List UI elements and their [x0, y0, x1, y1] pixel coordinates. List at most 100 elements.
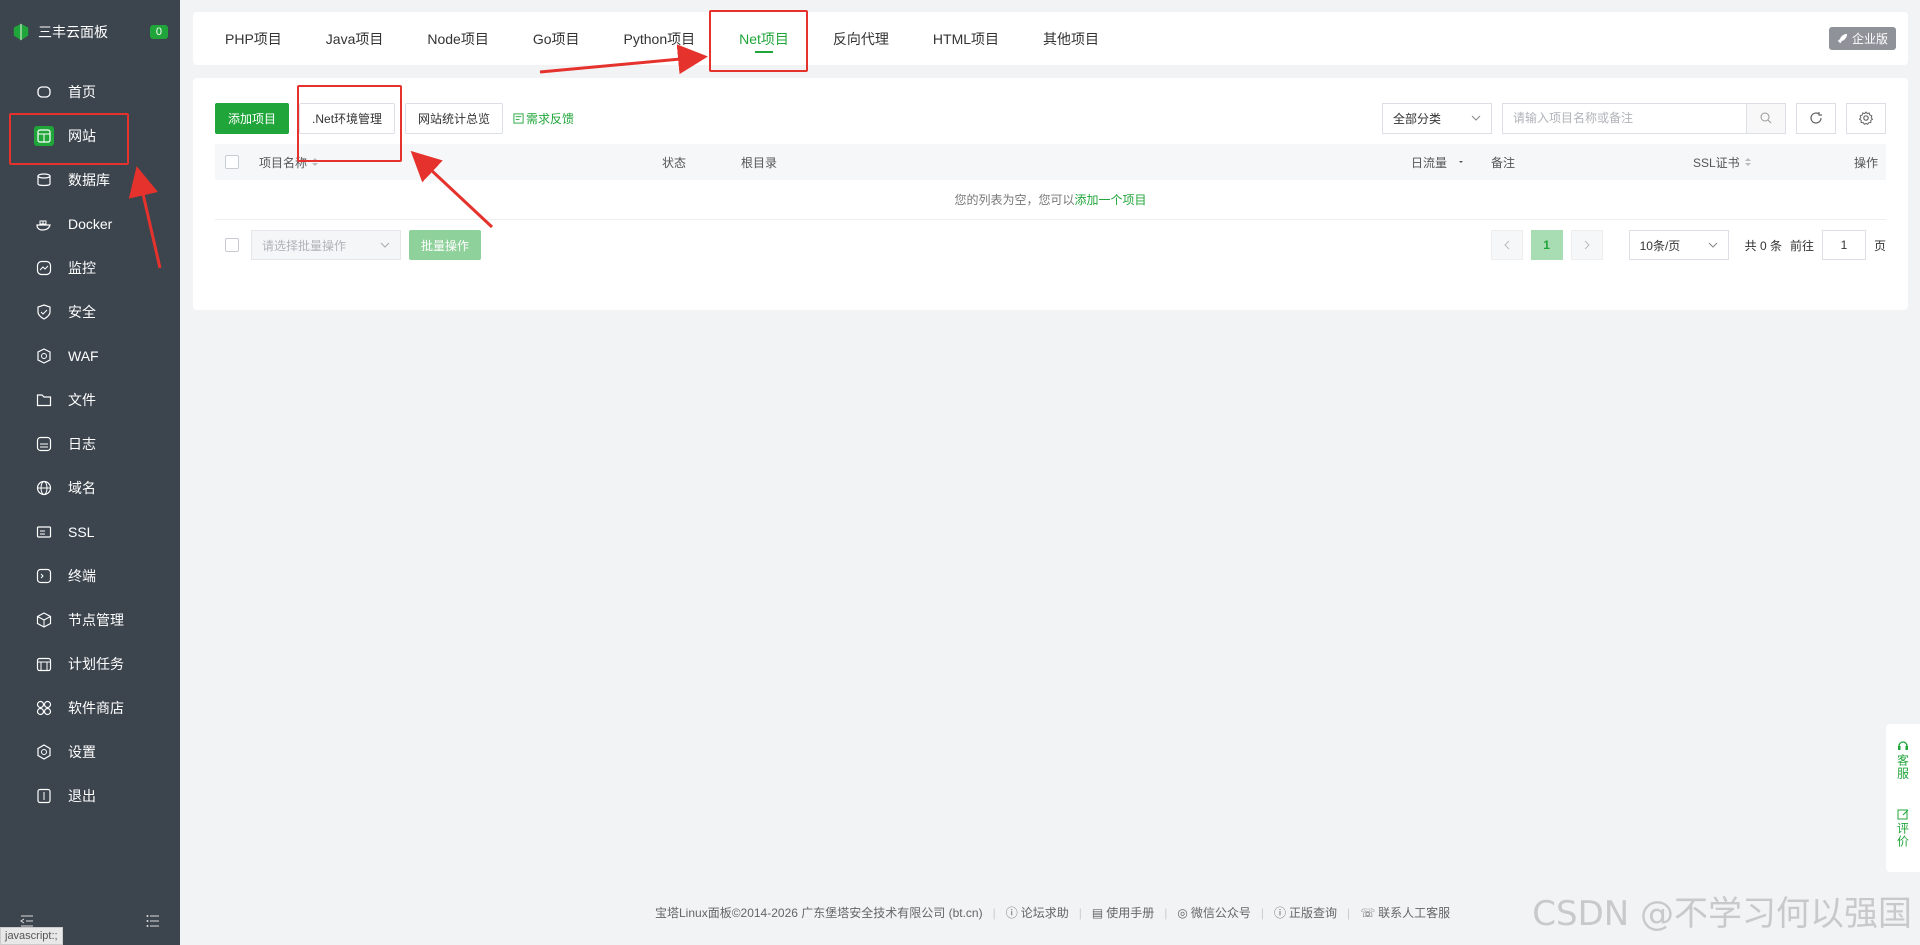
tab-reverse-proxy[interactable]: 反向代理: [811, 12, 911, 65]
sidebar-item-label: 安全: [68, 304, 96, 320]
menu-list-icon[interactable]: [146, 914, 160, 931]
th-status: 状态: [662, 155, 687, 170]
empty-text: 您的列表为空，您可以: [954, 193, 1075, 207]
th-traffic[interactable]: 日流量: [1411, 154, 1465, 171]
search-icon: [1760, 112, 1772, 124]
feedback-icon: [513, 112, 524, 124]
sidebar-item-security[interactable]: 安全: [0, 290, 180, 334]
customer-service-button[interactable]: 客服: [1895, 740, 1912, 780]
waf-icon: [34, 346, 54, 366]
th-ssl[interactable]: SSL证书: [1693, 154, 1752, 171]
feedback-link[interactable]: 需求反馈: [513, 110, 574, 127]
rocket-icon: [1837, 33, 1848, 44]
tab-other[interactable]: 其他项目: [1021, 12, 1121, 65]
batch-button[interactable]: 批量操作: [409, 230, 482, 260]
sidebar-item-files[interactable]: 文件: [0, 378, 180, 422]
sidebar-item-label: 节点管理: [68, 612, 124, 628]
right-tools: 全部分类: [1382, 102, 1886, 134]
tab-java[interactable]: Java项目: [304, 12, 406, 65]
sidebar-item-label: 首页: [68, 84, 96, 100]
footer-link-wechat[interactable]: ◎ 微信公众号: [1177, 904, 1251, 921]
footer-link-label: 使用手册: [1106, 906, 1155, 920]
brand-title: 三丰云面板: [38, 24, 108, 40]
tab-html[interactable]: HTML项目: [911, 12, 1021, 65]
ssl-icon: [34, 522, 54, 542]
sidebar-item-label: 终端: [68, 568, 96, 584]
home-icon: [34, 82, 54, 102]
sidebar-item-domain[interactable]: 域名: [0, 466, 180, 510]
calendar-icon: [34, 654, 54, 674]
table-header: 项目名称 状态 根目录 日流量 备注 SSL证书 操作: [215, 144, 1886, 180]
footer-link-forum[interactable]: ⓘ 论坛求助: [1006, 904, 1069, 921]
chevron-right-icon: [1584, 240, 1590, 250]
sidebar-item-waf[interactable]: WAF: [0, 334, 180, 378]
sidebar-item-store[interactable]: 软件商店: [0, 686, 180, 730]
browser-status-tip: javascript:;: [0, 927, 63, 945]
sidebar-item-label: WAF: [68, 348, 99, 364]
annotation-box-net-env: [297, 85, 402, 162]
footer-link-license[interactable]: ⓘ 正版查询: [1274, 904, 1337, 921]
sidebar-item-settings[interactable]: 设置: [0, 730, 180, 774]
footer-link-label: 联系人工客服: [1378, 906, 1451, 920]
sidebar-item-logs[interactable]: 日志: [0, 422, 180, 466]
page-current[interactable]: 1: [1530, 230, 1563, 260]
enterprise-label: 企业版: [1851, 32, 1888, 46]
footer-link-label: 正版查询: [1289, 906, 1338, 920]
sidebar-item-docker[interactable]: Docker: [0, 202, 180, 246]
logo-icon: [13, 23, 29, 41]
search-input[interactable]: [1502, 102, 1746, 134]
sidebar-item-cron[interactable]: 计划任务: [0, 642, 180, 686]
tab-node[interactable]: Node项目: [405, 12, 510, 65]
node-icon: [34, 610, 54, 630]
enterprise-badge[interactable]: 企业版: [1828, 27, 1896, 50]
chevron-down-icon: [1708, 242, 1717, 248]
add-project-button[interactable]: 添加项目: [215, 102, 290, 134]
batch-select[interactable]: 请选择批量操作: [251, 230, 401, 260]
refresh-icon: [1810, 112, 1822, 124]
add-project-link[interactable]: 添加一个项目: [1075, 191, 1147, 208]
chevron-left-icon: [1503, 240, 1509, 250]
float-toolbar: 客服 评价: [1886, 724, 1920, 872]
select-all-checkbox[interactable]: [225, 155, 239, 169]
site-stats-button[interactable]: 网站统计总览: [405, 102, 504, 134]
next-page-button[interactable]: [1570, 230, 1603, 260]
sidebar-item-label: SSL: [68, 524, 95, 540]
table-footer: 请选择批量操作 批量操作 1 10条/页 共 0 条 前往 1 页: [215, 228, 1886, 262]
sidebar-item-label: 日志: [68, 436, 96, 452]
sidebar-item-ssl[interactable]: SSL: [0, 510, 180, 554]
batch-placeholder: 请选择批量操作: [262, 238, 347, 253]
sidebar-item-terminal[interactable]: 终端: [0, 554, 180, 598]
help-icon: ⓘ: [1005, 906, 1018, 920]
annotation-box-website: [9, 113, 129, 165]
search-button[interactable]: [1746, 102, 1786, 134]
category-select[interactable]: 全部分类: [1382, 102, 1492, 134]
sidebar-item-label: 数据库: [68, 172, 110, 188]
tab-php[interactable]: PHP项目: [203, 12, 304, 65]
sidebar-item-label: 计划任务: [68, 656, 124, 672]
prev-page-button[interactable]: [1490, 230, 1523, 260]
sidebar-item-home[interactable]: 首页: [0, 70, 180, 114]
gear-icon: [1859, 111, 1873, 125]
sidebar-item-logout[interactable]: 退出: [0, 774, 180, 818]
settings-button[interactable]: [1846, 102, 1886, 134]
review-button[interactable]: 评价: [1895, 808, 1912, 848]
goto-page-input[interactable]: 1: [1821, 230, 1866, 260]
footer-link-manual[interactable]: ▤ 使用手册: [1092, 904, 1154, 921]
docker-icon: [34, 214, 54, 234]
sidebar-item-label: 设置: [68, 744, 96, 760]
sidebar-item-nodes[interactable]: 节点管理: [0, 598, 180, 642]
sidebar-item-monitor[interactable]: 监控: [0, 246, 180, 290]
tab-python[interactable]: Python项目: [602, 12, 718, 65]
th-root: 根目录: [741, 155, 778, 170]
footer-link-support[interactable]: ☏ 联系人工客服: [1360, 904, 1450, 921]
refresh-button[interactable]: [1796, 102, 1836, 134]
logout-icon: [34, 786, 54, 806]
batch-checkbox[interactable]: [225, 238, 239, 252]
th-action: 操作: [1853, 155, 1878, 170]
page-size-select[interactable]: 10条/页: [1628, 230, 1729, 260]
chevron-down-icon: [1471, 115, 1481, 121]
message-badge[interactable]: 0: [149, 25, 168, 39]
info-icon: ⓘ: [1273, 906, 1286, 920]
toolbar: 添加项目 .Net环境管理 网站统计总览 需求反馈 全部分类: [215, 102, 1886, 134]
tab-go[interactable]: Go项目: [511, 12, 602, 65]
